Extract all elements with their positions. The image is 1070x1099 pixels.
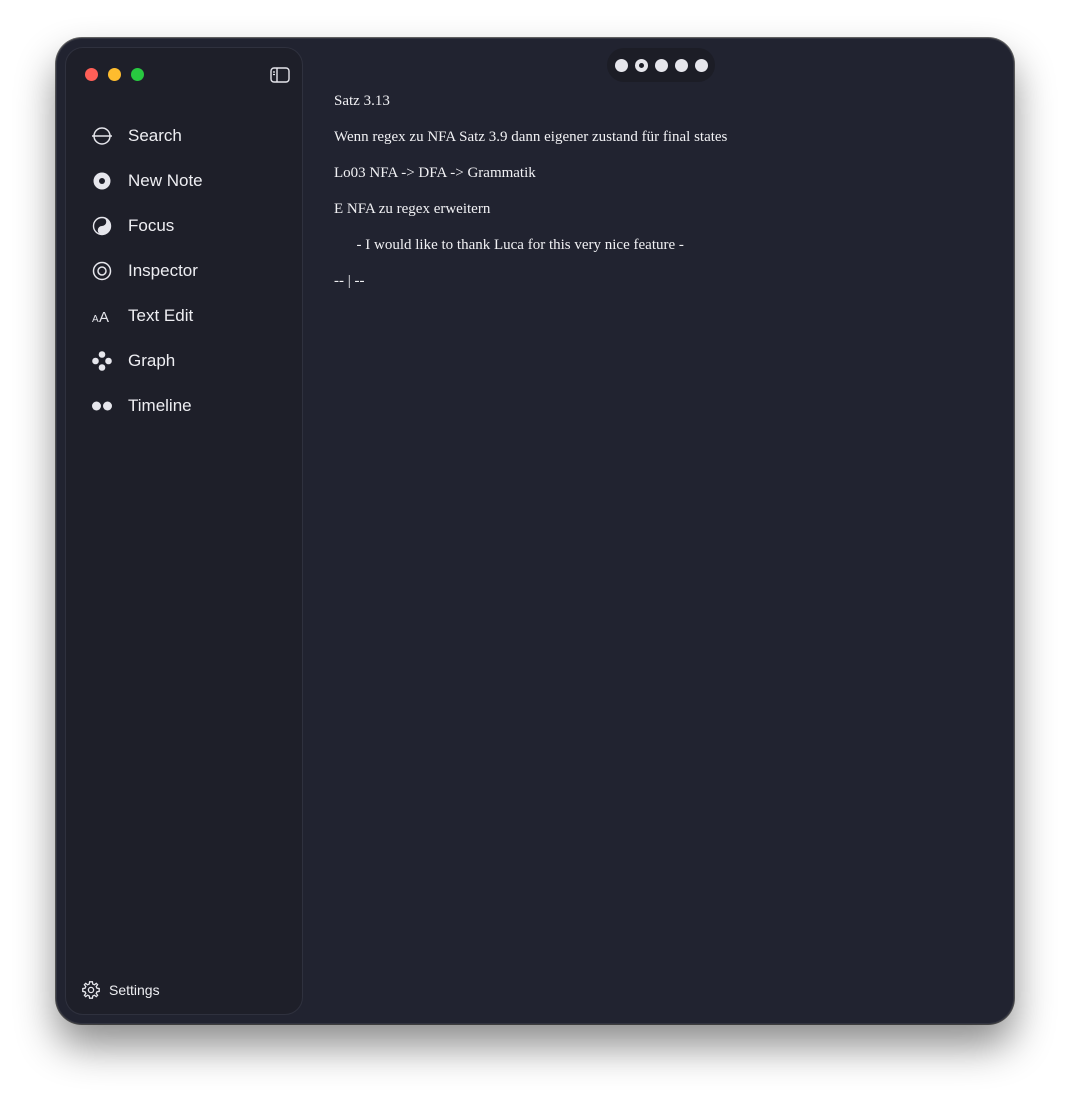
sidebar: Search New Note Focus Inspector A A Text… — [65, 47, 303, 1015]
zoom-button[interactable] — [131, 68, 144, 81]
svg-text:A: A — [99, 309, 109, 326]
sidebar-item-label: Text Edit — [128, 305, 194, 325]
sidebar-item-label: Focus — [128, 215, 175, 235]
sidebar-item-focus[interactable]: Focus — [66, 203, 302, 248]
minimize-button[interactable] — [108, 68, 121, 81]
note-line[interactable]: -- | -- — [334, 268, 974, 304]
sidebar-item-label: Inspector — [128, 260, 198, 280]
sidebar-item-timeline[interactable]: Timeline — [66, 383, 302, 428]
close-button[interactable] — [85, 68, 98, 81]
sidebar-item-inspector[interactable]: Inspector — [66, 248, 302, 293]
note-line[interactable]: Lo03 NFA -> DFA -> Grammatik — [334, 160, 974, 196]
text-edit-icon: A A — [91, 305, 113, 327]
note-line[interactable]: Satz 3.13 — [334, 88, 974, 124]
sidebar-item-text-edit[interactable]: A A Text Edit — [66, 293, 302, 338]
graph-icon — [91, 350, 113, 372]
focus-icon — [91, 215, 113, 237]
app-window: Search New Note Focus Inspector A A Text… — [56, 38, 1014, 1024]
settings-button[interactable]: Settings — [81, 980, 160, 1000]
page-dot[interactable] — [694, 58, 708, 72]
sidebar-item-label: Timeline — [128, 395, 192, 415]
sidebar-item-graph[interactable]: Graph — [66, 338, 302, 383]
page-dot[interactable] — [614, 58, 628, 72]
search-icon — [91, 125, 113, 147]
svg-text:A: A — [92, 314, 99, 325]
traffic-lights — [85, 68, 144, 81]
page-dot[interactable] — [654, 58, 668, 72]
sidebar-toggle-icon[interactable] — [270, 67, 290, 83]
gear-icon — [81, 980, 101, 1000]
settings-label: Settings — [109, 982, 160, 998]
note-line[interactable]: Wenn regex zu NFA Satz 3.9 dann eigener … — [334, 124, 974, 160]
sidebar-item-search[interactable]: Search — [66, 113, 302, 158]
note-line[interactable]: - I would like to thank Luca for this ve… — [334, 232, 974, 268]
sidebar-item-label: Search — [128, 125, 182, 145]
sidebar-item-label: Graph — [128, 350, 176, 370]
inspector-icon — [91, 260, 113, 282]
note-editor[interactable]: Satz 3.13 Wenn regex zu NFA Satz 3.9 dan… — [334, 88, 974, 304]
sidebar-item-label: New Note — [128, 170, 203, 190]
page-dot[interactable] — [674, 58, 688, 72]
sidebar-item-new-note[interactable]: New Note — [66, 158, 302, 203]
page-dot-active[interactable] — [634, 58, 648, 72]
timeline-icon — [91, 395, 113, 417]
sidebar-nav: Search New Note Focus Inspector A A Text… — [66, 113, 302, 428]
page-indicator — [607, 48, 715, 82]
note-line[interactable]: E NFA zu regex erweitern — [334, 196, 974, 232]
new-note-icon — [91, 170, 113, 192]
